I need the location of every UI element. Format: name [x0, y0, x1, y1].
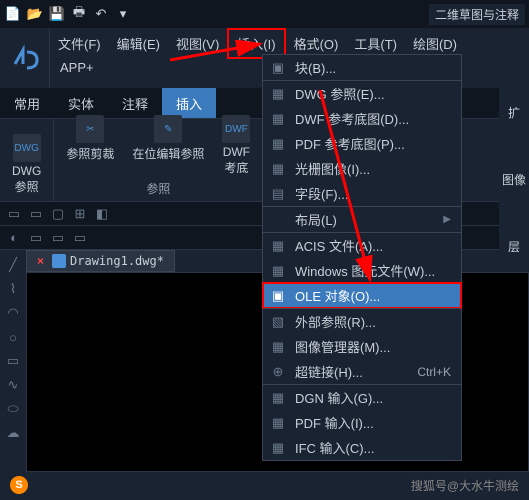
vertical-toolbar: ╱ ⌇ ◠ ○ ▭ ∿ ⬭ ☁ [0, 250, 26, 490]
right-ext[interactable]: 扩 [508, 104, 520, 121]
rect-icon[interactable]: ▭ [4, 352, 22, 370]
polyline-icon[interactable]: ⌇ [4, 280, 22, 298]
tb-icon[interactable]: ▭ [26, 228, 46, 248]
menu-item-field[interactable]: ▤字段(F)... [263, 181, 461, 206]
dropdown-icon[interactable]: ▾ [114, 5, 132, 23]
menu-item-ifc[interactable]: ▦IFC 输入(C)... [263, 435, 461, 460]
ribbon-inplace[interactable]: ✎在位编辑参照 [126, 113, 210, 178]
menu-item-dwf-ref[interactable]: ▦DWF 参考底图(D)... [263, 106, 461, 131]
menu-item-block[interactable]: ▣块(B)... [263, 55, 461, 80]
tab-common[interactable]: 常用 [0, 88, 54, 118]
sohu-icon: S [10, 476, 28, 494]
tb-icon[interactable]: ◐ [4, 228, 24, 248]
ribbon-dwf[interactable]: DWFDWF 考底 [216, 113, 256, 178]
insert-dropdown: ▣块(B)... ▦DWG 参照(E)... ▦DWF 参考底图(D)... ▦… [262, 54, 462, 461]
menu-item-ole[interactable]: ▣OLE 对象(O)... [263, 283, 461, 308]
tb-icon[interactable]: ▭ [26, 204, 46, 224]
tb-icon[interactable]: ▭ [48, 228, 68, 248]
block-icon: ▣ [269, 59, 287, 77]
menu-edit[interactable]: 编辑(E) [109, 30, 168, 57]
cloud-icon[interactable]: ☁ [4, 424, 22, 442]
tb-icon[interactable]: ⊞ [70, 204, 90, 224]
menu-item-dgn[interactable]: ▦DGN 输入(G)... [263, 384, 461, 410]
dwg-file-icon [52, 254, 66, 268]
menu-item-acis[interactable]: ▦ACIS 文件(A)... [263, 232, 461, 258]
xref-icon: ▧ [269, 313, 287, 331]
link-icon: ⊕ [269, 363, 287, 381]
sohu-watermark: S [10, 476, 28, 494]
watermark-text: 搜狐号@大水牛测绘 [411, 477, 519, 494]
dwf-icon: ▦ [269, 110, 287, 128]
ribbon-group-label: 参照 [146, 178, 170, 197]
right-image[interactable]: 图像 [502, 171, 526, 188]
menu-item-dwg-ref[interactable]: ▦DWG 参照(E)... [263, 80, 461, 106]
image-icon: ▦ [269, 160, 287, 178]
clip-icon: ✂ [76, 115, 104, 143]
ole-icon: ▣ [269, 287, 287, 305]
right-layer[interactable]: 层 [508, 238, 520, 255]
ribbon-dwg-ref[interactable]: DWGDWG 参照 [6, 132, 47, 197]
tb-icon[interactable]: ▭ [70, 228, 90, 248]
dwg-icon: DWG [13, 134, 41, 162]
circle-icon[interactable]: ○ [4, 328, 22, 346]
undo-icon[interactable]: ↶ [92, 5, 110, 23]
layout-icon [269, 211, 287, 229]
pdf-in-icon: ▦ [269, 414, 287, 432]
menu-item-imgmgr[interactable]: ▦图像管理器(M)... [263, 334, 461, 359]
dgn-icon: ▦ [269, 389, 287, 407]
edit-icon: ✎ [154, 115, 182, 143]
ifc-icon: ▦ [269, 439, 287, 457]
menu-item-pdf[interactable]: ▦PDF 输入(I)... [263, 410, 461, 435]
menu-file[interactable]: 文件(F) [50, 30, 109, 57]
save-icon[interactable]: 💾 [48, 5, 66, 23]
wmf-icon: ▦ [269, 262, 287, 280]
tb-icon[interactable]: ▢ [48, 204, 68, 224]
title-bar: 📄 📂 💾 🖶 ↶ ▾ 二维草图与注释 [0, 0, 529, 28]
imgmgr-icon: ▦ [269, 338, 287, 356]
dwf-icon: DWF [222, 115, 250, 143]
menu-draw[interactable]: 绘图(D) [405, 30, 465, 57]
tb-icon[interactable]: ▭ [4, 204, 24, 224]
menu-format[interactable]: 格式(O) [286, 30, 347, 57]
menu-item-wmf[interactable]: ▦Windows 图元文件(W)... [263, 258, 461, 283]
submenu-arrow-icon: ▶ [443, 214, 451, 225]
menu-item-hyperlink[interactable]: ⊕超链接(H)...Ctrl+K [263, 359, 461, 384]
ellipse-icon[interactable]: ⬭ [4, 400, 22, 418]
shortcut-label: Ctrl+K [417, 365, 451, 379]
menu-item-raster[interactable]: ▦光栅图像(I)... [263, 156, 461, 181]
workspace-mode[interactable]: 二维草图与注释 [429, 4, 525, 25]
spline-icon[interactable]: ∿ [4, 376, 22, 394]
print-icon[interactable]: 🖶 [70, 5, 88, 23]
pdf-icon: ▦ [269, 135, 287, 153]
tb-icon[interactable]: ◧ [92, 204, 112, 224]
document-name: Drawing1.dwg* [70, 254, 164, 268]
right-panel: 扩 图像 层 [499, 84, 529, 255]
arc-icon[interactable]: ◠ [4, 304, 22, 322]
menu-item-pdf-ref[interactable]: ▦PDF 参考底图(P)... [263, 131, 461, 156]
new-icon[interactable]: 📄 [4, 5, 22, 23]
document-tab[interactable]: × Drawing1.dwg* [26, 250, 175, 272]
open-icon[interactable]: 📂 [26, 5, 44, 23]
dwg-icon: ▦ [269, 85, 287, 103]
menu-view[interactable]: 视图(V) [168, 30, 227, 57]
ribbon-clip[interactable]: ✂参照剪裁 [60, 113, 120, 178]
menu-item-xref[interactable]: ▧外部参照(R)... [263, 308, 461, 334]
field-icon: ▤ [269, 185, 287, 203]
menu-item-layout[interactable]: 布局(L)▶ [263, 206, 461, 232]
menu-tools[interactable]: 工具(T) [346, 30, 405, 57]
acis-icon: ▦ [269, 237, 287, 255]
close-icon[interactable]: × [37, 254, 44, 268]
app-logo [0, 28, 50, 88]
line-icon[interactable]: ╱ [4, 256, 22, 274]
